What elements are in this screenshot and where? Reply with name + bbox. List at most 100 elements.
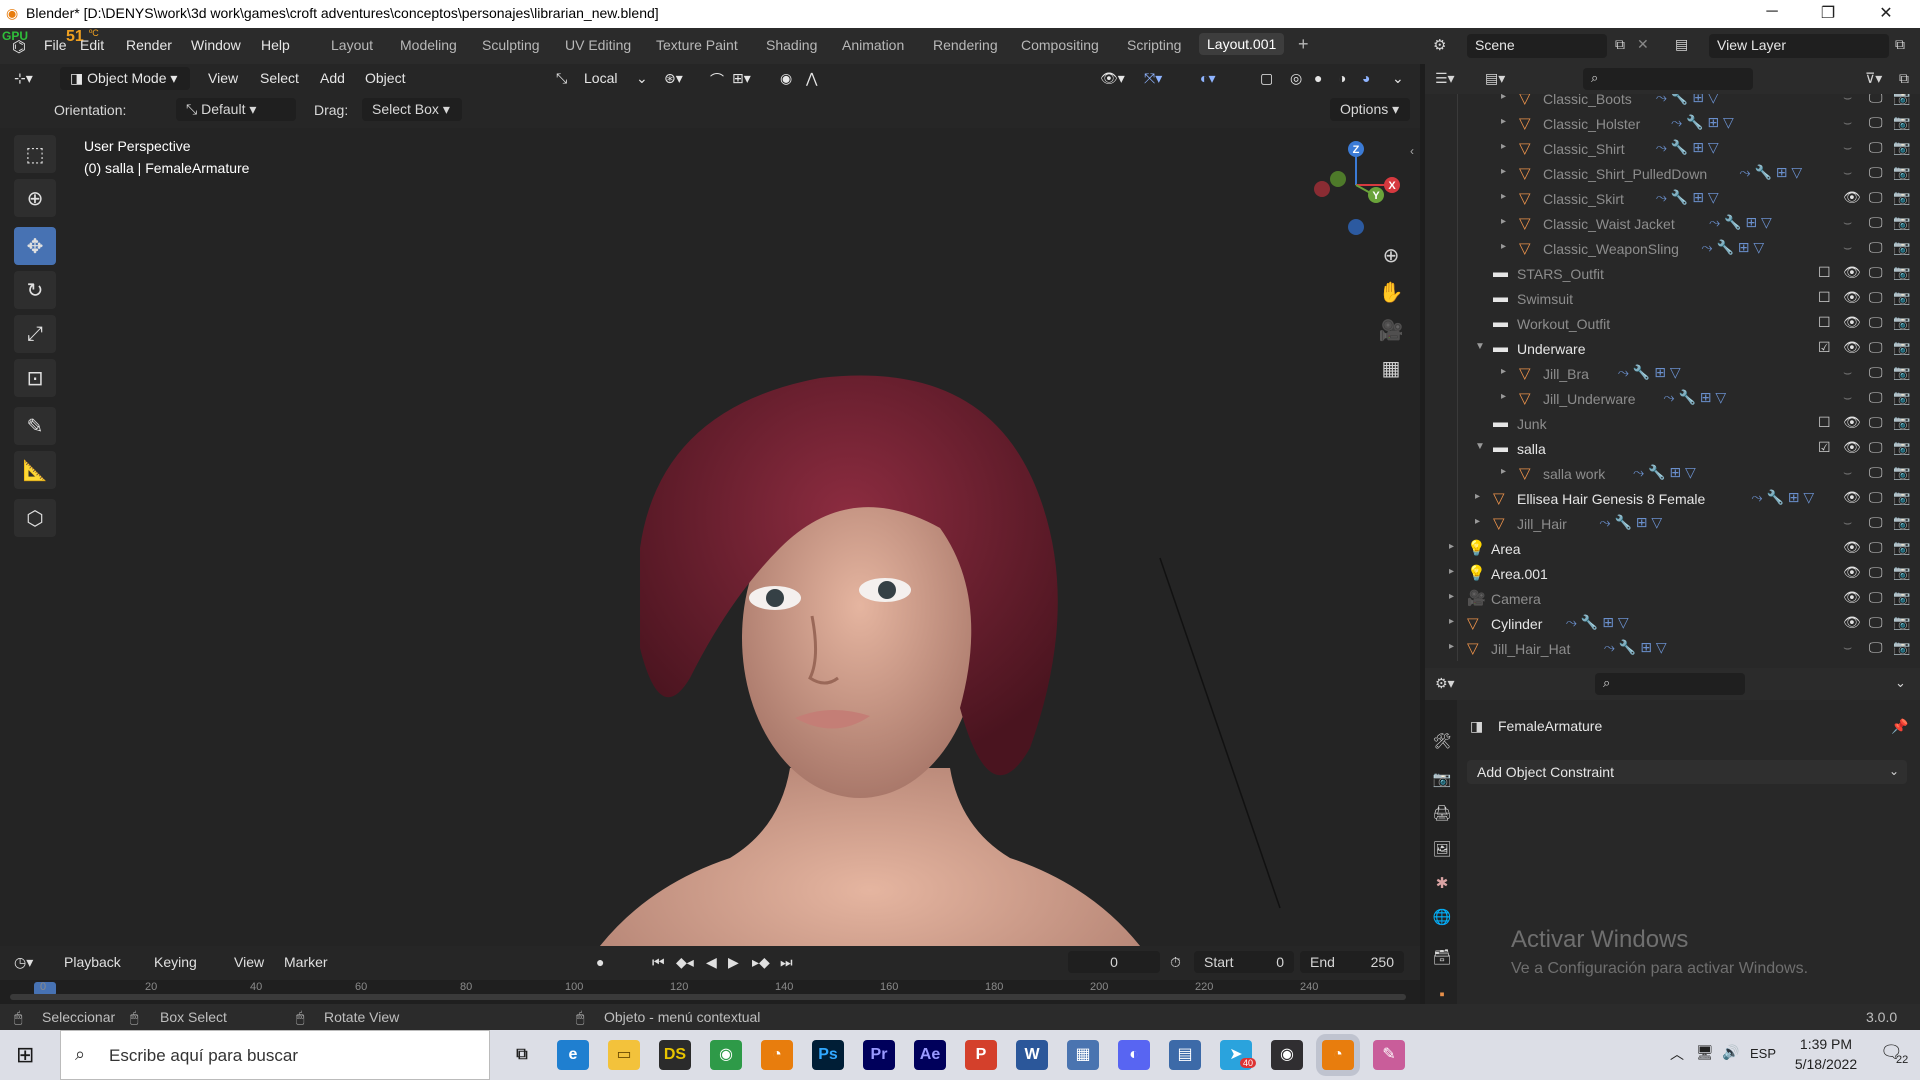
transform-orientation-label[interactable]: Local bbox=[584, 70, 617, 86]
render-tab-icon[interactable]: 📷 bbox=[1432, 770, 1452, 792]
menu-view[interactable]: View bbox=[208, 70, 238, 86]
mode-dropdown[interactable]: ◨ Object Mode ▾ bbox=[60, 67, 190, 90]
expand-icon[interactable]: ▸ bbox=[1449, 641, 1454, 652]
render-disable-icon[interactable]: 📷 bbox=[1893, 489, 1910, 506]
collapse-icon[interactable]: ▼ bbox=[1475, 441, 1485, 452]
editor-type-icon[interactable]: ⊹▾ bbox=[14, 70, 33, 87]
outliner-search-input[interactable]: ⌕ bbox=[1583, 68, 1753, 90]
eye-closed-icon[interactable]: ⌣ bbox=[1843, 139, 1852, 156]
new-view-layer-icon[interactable]: ⧉ bbox=[1895, 36, 1905, 53]
scene-icon[interactable]: ⚙ bbox=[1433, 36, 1446, 54]
world-tab-icon[interactable]: 🌐 bbox=[1432, 908, 1452, 930]
rendered-shading-icon[interactable]: ◕ bbox=[1362, 70, 1370, 86]
zoom-icon[interactable]: ⊕ bbox=[1373, 243, 1409, 275]
expand-icon[interactable]: ▸ bbox=[1501, 166, 1506, 177]
render-disable-icon[interactable]: 📷 bbox=[1893, 414, 1910, 431]
viewport-disable-icon[interactable]: 🖵 bbox=[1869, 189, 1883, 206]
expand-icon[interactable]: ▸ bbox=[1501, 191, 1506, 202]
ortho-grid-icon[interactable]: ▦ bbox=[1373, 356, 1409, 388]
calculator-app-icon[interactable]: ▦ bbox=[1067, 1040, 1099, 1070]
expand-icon[interactable]: ▸ bbox=[1501, 241, 1506, 252]
expand-icon[interactable]: ▸ bbox=[1501, 391, 1506, 402]
tab-layout-001[interactable]: Layout.001 bbox=[1199, 33, 1285, 55]
outliner-editor-icon[interactable]: ☰▾ bbox=[1435, 70, 1455, 87]
cursor-tool-icon[interactable]: ⊕ bbox=[14, 179, 56, 217]
chevron-down-icon[interactable]: ⌄ bbox=[636, 70, 648, 87]
record-icon[interactable]: ● bbox=[596, 954, 604, 970]
proportional-edit-icon[interactable]: ◉ bbox=[780, 70, 792, 87]
outliner-row[interactable]: ▸ ▽ Jill_Hair ⤳ 🔧 ⊞ ▽ ⌣ 🖵 📷 bbox=[1425, 511, 1920, 536]
view-layer-field[interactable]: View Layer bbox=[1709, 34, 1889, 58]
viewport-disable-icon[interactable]: 🖵 bbox=[1869, 139, 1883, 156]
viewport-disable-icon[interactable]: 🖵 bbox=[1869, 639, 1883, 656]
render-disable-icon[interactable]: 📷 bbox=[1893, 564, 1910, 581]
snap-icon[interactable]: ⌒ bbox=[710, 70, 724, 90]
viewport-disable-icon[interactable]: 🖵 bbox=[1869, 94, 1883, 106]
premiere-app-icon[interactable]: Pr bbox=[863, 1040, 895, 1070]
outliner-row[interactable]: ▬ Swimsuit ☐ 👁 🖵 📷 bbox=[1425, 286, 1920, 311]
visibility-icon[interactable]: 👁▾ bbox=[1100, 70, 1125, 87]
windows-start-icon[interactable]: ⊞ bbox=[16, 1042, 34, 1068]
expand-icon[interactable]: ▸ bbox=[1501, 94, 1506, 102]
menu-window[interactable]: Window bbox=[191, 37, 241, 53]
tab-scripting[interactable]: Scripting bbox=[1127, 37, 1181, 53]
close-icon[interactable]: ✕ bbox=[1866, 3, 1906, 23]
measure-tool-icon[interactable]: 📐 bbox=[14, 451, 56, 489]
pdf-app-icon[interactable]: P bbox=[965, 1040, 997, 1070]
remote-desktop-app-icon[interactable]: ▤ bbox=[1169, 1040, 1201, 1070]
timeline-scrollbar[interactable] bbox=[10, 994, 1406, 1000]
viewport-disable-icon[interactable]: 🖵 bbox=[1869, 314, 1883, 331]
eye-icon[interactable]: 👁 bbox=[1843, 614, 1861, 631]
render-disable-icon[interactable]: 📷 bbox=[1893, 639, 1910, 656]
menu-edit[interactable]: Edit bbox=[80, 37, 104, 53]
clock-icon[interactable]: ⏱ bbox=[1170, 954, 1181, 971]
render-disable-icon[interactable]: 📷 bbox=[1893, 114, 1910, 131]
viewport-disable-icon[interactable]: 🖵 bbox=[1869, 539, 1883, 556]
expand-icon[interactable]: ▸ bbox=[1449, 566, 1454, 577]
viewport-disable-icon[interactable]: 🖵 bbox=[1869, 364, 1883, 381]
outliner-row[interactable]: ▸ ▽ Classic_Shirt_PulledDown ⤳ 🔧 ⊞ ▽ ⌣ 🖵 📷 bbox=[1425, 161, 1920, 186]
collapse-icon[interactable]: ▼ bbox=[1475, 341, 1485, 352]
render-disable-icon[interactable]: 📷 bbox=[1893, 539, 1910, 556]
pan-hand-icon[interactable]: ✋ bbox=[1373, 280, 1409, 312]
exclude-checkbox[interactable]: ☑ bbox=[1818, 439, 1831, 456]
render-disable-icon[interactable]: 📷 bbox=[1893, 464, 1910, 481]
outliner-row[interactable]: ▸ ▽ Jill_Hair_Hat ⤳ 🔧 ⊞ ▽ ⌣ 🖵 📷 bbox=[1425, 636, 1920, 661]
eye-closed-icon[interactable]: ⌣ bbox=[1843, 164, 1852, 181]
language-indicator[interactable]: ESP bbox=[1750, 1046, 1776, 1061]
render-disable-icon[interactable]: 📷 bbox=[1893, 514, 1910, 531]
outliner-row[interactable]: ▸ ▽ Classic_Waist Jacket ⤳ 🔧 ⊞ ▽ ⌣ 🖵 📷 bbox=[1425, 211, 1920, 236]
rotate-tool-icon[interactable]: ↻ bbox=[14, 271, 56, 309]
render-disable-icon[interactable]: 📷 bbox=[1893, 239, 1910, 256]
taskbar-search-input[interactable]: ⌕ Escribe aquí para buscar bbox=[60, 1030, 490, 1080]
eye-icon[interactable]: 👁 bbox=[1843, 564, 1861, 581]
viewport-disable-icon[interactable]: 🖵 bbox=[1869, 389, 1883, 406]
outliner-row[interactable]: ▸ ▽ Classic_WeaponSling ⤳ 🔧 ⊞ ▽ ⌣ 🖵 📷 bbox=[1425, 236, 1920, 261]
menu-file[interactable]: File bbox=[44, 37, 67, 53]
discord-app-icon[interactable]: ◐ bbox=[1118, 1040, 1150, 1070]
after-effects-app-icon[interactable]: Ae bbox=[914, 1040, 946, 1070]
outliner-row[interactable]: ▸ ▽ Classic_Holster ⤳ 🔧 ⊞ ▽ ⌣ 🖵 📷 bbox=[1425, 111, 1920, 136]
expand-icon[interactable]: ▸ bbox=[1501, 366, 1506, 377]
viewport-disable-icon[interactable]: 🖵 bbox=[1869, 614, 1883, 631]
falloff-icon[interactable]: ⋀ bbox=[806, 70, 817, 87]
exclude-checkbox[interactable]: ☐ bbox=[1818, 414, 1831, 431]
tab-compositing[interactable]: Compositing bbox=[1021, 37, 1099, 53]
eye-closed-icon[interactable]: ⌣ bbox=[1843, 389, 1852, 406]
tab-animation[interactable]: Animation bbox=[842, 37, 904, 53]
eye-closed-icon[interactable]: ⌣ bbox=[1843, 214, 1852, 231]
viewport-disable-icon[interactable]: 🖵 bbox=[1869, 239, 1883, 256]
outliner-row[interactable]: ▸ 💡 Area.001 👁 🖵 📷 bbox=[1425, 561, 1920, 586]
menu-keying[interactable]: Keying bbox=[154, 954, 197, 970]
play-icon[interactable]: ▶ bbox=[728, 954, 739, 971]
outliner-row[interactable]: ▸ ▽ Jill_Bra ⤳ 🔧 ⊞ ▽ ⌣ 🖵 📷 bbox=[1425, 361, 1920, 386]
expand-icon[interactable]: ▸ bbox=[1449, 541, 1454, 552]
eye-icon[interactable]: 👁 bbox=[1843, 264, 1861, 281]
expand-icon[interactable]: ▸ bbox=[1501, 141, 1506, 152]
restore-icon[interactable]: ❐ bbox=[1808, 3, 1848, 23]
solid-shading-icon[interactable]: ● bbox=[1314, 70, 1322, 86]
minimize-icon[interactable]: ─ bbox=[1752, 3, 1792, 21]
sidebar-toggle-icon[interactable]: ‹ bbox=[1410, 144, 1414, 158]
outliner-row[interactable]: ▸ 🎥 Camera 👁 🖵 📷 bbox=[1425, 586, 1920, 611]
eye-icon[interactable]: 👁 bbox=[1843, 339, 1861, 356]
